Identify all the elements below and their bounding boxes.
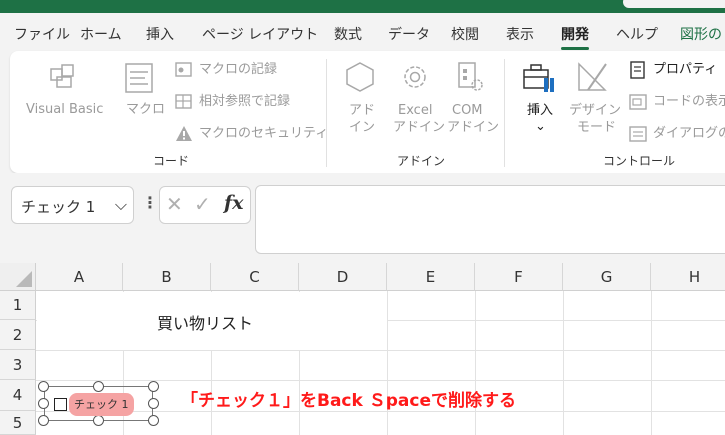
column-header-b[interactable]: B bbox=[123, 263, 211, 291]
macro-icon bbox=[125, 63, 153, 93]
record-macro-icon bbox=[175, 62, 192, 77]
excel-addins-button-line2[interactable]: アドイン bbox=[393, 120, 445, 136]
group-label-addins: アドイン bbox=[397, 154, 446, 168]
more-options-icon[interactable]: ⋮ bbox=[142, 193, 158, 212]
shopping-list-title: 買い物リスト bbox=[157, 314, 254, 333]
resize-handle[interactable] bbox=[38, 398, 49, 409]
row-header-3[interactable]: 3 bbox=[0, 350, 36, 380]
title-bar bbox=[0, 0, 725, 13]
ribbon-tabs: ファイル ホーム 挿入 ページ レイアウト 数式 データ 校閲 表示 開発 ヘル… bbox=[0, 13, 725, 53]
tab-data[interactable]: データ bbox=[388, 24, 430, 44]
view-code-icon bbox=[629, 94, 647, 110]
record-macro-button[interactable]: マクロの記録 bbox=[199, 62, 277, 78]
view-code-button[interactable]: コードの表示 bbox=[653, 94, 725, 110]
design-mode-button-line1[interactable]: デザイン bbox=[569, 103, 621, 119]
macro-security-button[interactable]: マクロのセキュリティ bbox=[199, 126, 328, 142]
com-addins-button-line1[interactable]: COM bbox=[452, 103, 483, 119]
formula-bar: チェック 1 ⌵ ⋮ ✕ ✓ fx bbox=[0, 173, 725, 263]
search-box[interactable] bbox=[623, 0, 725, 8]
cancel-icon[interactable]: ✕ bbox=[166, 192, 183, 216]
tab-view[interactable]: 表示 bbox=[506, 24, 534, 44]
excel-addins-gear-icon bbox=[404, 66, 426, 88]
relative-reference-button[interactable]: 相対参照で記録 bbox=[199, 94, 290, 110]
group-label-controls: コントロール bbox=[603, 154, 676, 168]
resize-handle[interactable] bbox=[148, 398, 159, 409]
addins-button-line1[interactable]: アド bbox=[349, 103, 375, 119]
grid-line bbox=[36, 380, 725, 381]
tab-file[interactable]: ファイル bbox=[14, 24, 70, 44]
grid-line bbox=[651, 291, 652, 435]
column-header-d[interactable]: D bbox=[299, 263, 387, 291]
addins-button-line2[interactable]: イン bbox=[349, 120, 375, 136]
com-addins-button-line2[interactable]: アドイン bbox=[447, 120, 499, 136]
tab-page-layout[interactable]: ページ レイアウト bbox=[202, 24, 318, 44]
resize-handle[interactable] bbox=[38, 415, 49, 426]
name-box[interactable]: チェック 1 ⌵ bbox=[11, 186, 134, 224]
chevron-down-icon[interactable]: ⌵ bbox=[115, 195, 127, 215]
grid-line bbox=[475, 291, 476, 435]
instruction-annotation: 「チェック１」をBack Ｓpaceで削除する bbox=[181, 391, 516, 411]
tab-insert[interactable]: 挿入 bbox=[146, 24, 174, 44]
row-header-1[interactable]: 1 bbox=[0, 291, 36, 320]
tab-home[interactable]: ホーム bbox=[80, 24, 122, 44]
grid-line bbox=[387, 291, 388, 435]
properties-icon bbox=[630, 61, 645, 79]
checkbox-label[interactable]: チェック 1 bbox=[69, 393, 134, 416]
tab-shape-format[interactable]: 図形の bbox=[680, 24, 722, 44]
run-dialog-icon bbox=[629, 126, 647, 142]
grid-line bbox=[36, 350, 725, 351]
warning-icon bbox=[176, 126, 192, 141]
formula-buttons: ✕ ✓ fx bbox=[159, 186, 251, 224]
group-separator bbox=[326, 59, 327, 167]
grid-line bbox=[563, 291, 564, 435]
resize-handle[interactable] bbox=[38, 381, 49, 392]
enter-icon[interactable]: ✓ bbox=[194, 192, 211, 216]
row-header-4[interactable]: 4 bbox=[0, 380, 36, 411]
resize-handle[interactable] bbox=[93, 415, 104, 426]
column-header-a[interactable]: A bbox=[36, 263, 123, 291]
visual-basic-button[interactable]: Visual Basic bbox=[26, 102, 103, 118]
column-header-h[interactable]: H bbox=[651, 263, 725, 291]
tab-review[interactable]: 校閲 bbox=[451, 24, 479, 44]
properties-button[interactable]: プロパティ bbox=[653, 62, 717, 78]
addins-icon bbox=[346, 62, 374, 92]
run-dialog-button[interactable]: ダイアログの実 bbox=[653, 126, 725, 142]
row-header-2[interactable]: 2 bbox=[0, 320, 36, 350]
name-box-value: チェック 1 bbox=[21, 198, 96, 216]
com-addins-icon bbox=[458, 62, 483, 91]
tab-formulas[interactable]: 数式 bbox=[334, 24, 362, 44]
tab-help[interactable]: ヘルプ bbox=[616, 24, 658, 44]
merged-title-cell[interactable]: 買い物リスト bbox=[37, 292, 387, 350]
column-header-f[interactable]: F bbox=[475, 263, 563, 291]
column-header-e[interactable]: E bbox=[387, 263, 475, 291]
visual-basic-icon bbox=[50, 64, 74, 88]
formula-input[interactable] bbox=[255, 185, 725, 254]
chevron-down-icon[interactable]: ⌄ bbox=[535, 119, 546, 135]
row-header-5[interactable]: 5 bbox=[0, 411, 36, 435]
column-header-g[interactable]: G bbox=[563, 263, 651, 291]
tab-developer[interactable]: 開発 bbox=[561, 24, 589, 50]
resize-handle[interactable] bbox=[148, 381, 159, 392]
design-mode-button-line2[interactable]: モード bbox=[577, 120, 616, 136]
resize-handle[interactable] bbox=[93, 381, 104, 392]
macro-button[interactable]: マクロ bbox=[126, 102, 165, 118]
column-header-c[interactable]: C bbox=[211, 263, 299, 291]
group-label-code: コード bbox=[153, 154, 190, 168]
resize-handle[interactable] bbox=[148, 415, 159, 426]
relative-reference-icon bbox=[175, 94, 192, 109]
excel-addins-button-line1[interactable]: Excel bbox=[398, 103, 432, 119]
group-separator bbox=[504, 59, 505, 167]
toolbox-icon bbox=[523, 64, 554, 92]
select-all-corner[interactable] bbox=[0, 263, 36, 291]
design-mode-icon bbox=[578, 62, 607, 91]
checkbox-control[interactable] bbox=[54, 398, 67, 411]
insert-control-button[interactable]: 挿入 bbox=[527, 103, 553, 119]
insert-function-icon[interactable]: fx bbox=[224, 192, 244, 214]
ribbon-panel: Visual Basic マクロ マクロの記録 相対参照で記録 マクロのセキュリ… bbox=[10, 51, 725, 173]
